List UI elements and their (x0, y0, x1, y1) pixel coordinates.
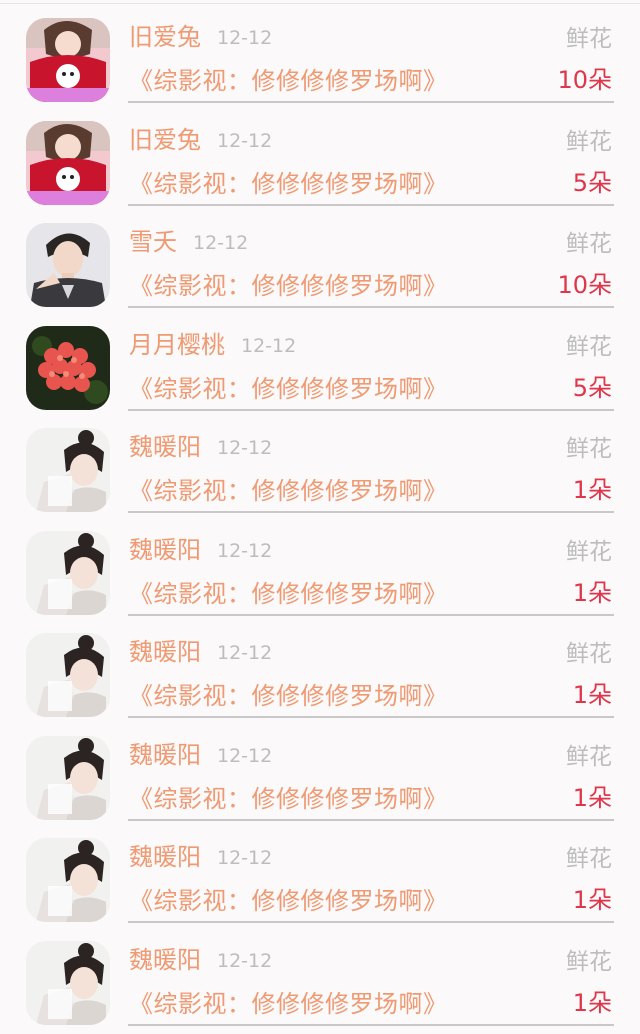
gift-date: 12-12 (241, 334, 297, 357)
avatar-girl-red-sweater[interactable] (26, 120, 110, 205)
sender-name[interactable]: 魏暖阳 12-12 (129, 535, 272, 566)
sender-name-text: 魏暖阳 (129, 638, 201, 666)
avatar-man-portrait[interactable] (26, 223, 110, 307)
book-title-link[interactable]: 《综影视：修修修修罗场啊》 (129, 989, 448, 1019)
book-title-link[interactable]: 《综影视：修修修修罗场啊》 (129, 374, 448, 404)
gift-count: 1朵 (572, 681, 612, 709)
sender-name[interactable]: 魏暖阳 12-12 (129, 842, 272, 873)
gift-count: 1朵 (572, 988, 612, 1017)
book-title-link[interactable]: 《综影视：修修修修罗场啊》 (129, 784, 448, 814)
gift-date: 12-12 (217, 949, 273, 972)
avatar-image (26, 838, 110, 922)
gift-date: 12-12 (193, 232, 249, 254)
book-title-link[interactable]: 《综影视：修修修修罗场啊》 (129, 476, 448, 506)
book-title-link[interactable]: 《综影视：修修修修罗场啊》 (129, 66, 448, 96)
gift-type-label: 鲜花 (566, 641, 612, 667)
avatar-red-flowers[interactable] (26, 325, 110, 410)
gift-date: 12-12 (217, 437, 273, 459)
gift-count: 1朵 (572, 476, 612, 504)
avatar-girl-red-sweater[interactable] (26, 18, 110, 102)
sender-name-text: 魏暖阳 (129, 843, 201, 871)
gift-type-label: 鲜花 (566, 743, 612, 770)
list-item[interactable]: 魏暖阳 12-12 鲜花 《综影视：修修修修罗场啊》 1朵 (0, 615, 640, 718)
list-item[interactable]: 魏暖阳 12-12 鲜花 《综影视：修修修修罗场啊》 1朵 (0, 513, 640, 616)
sender-name-text: 魏暖阳 (129, 945, 201, 974)
avatar-girl-bun[interactable] (26, 633, 110, 717)
avatar-girl-bun[interactable] (26, 838, 110, 922)
list-item[interactable]: 旧爱兔 12-12 鲜花 《综影视：修修修修罗场啊》 5朵 (0, 103, 640, 206)
gift-type-label: 鲜花 (566, 846, 612, 872)
avatar-girl-bun[interactable] (26, 530, 110, 615)
list-item[interactable]: 魏暖阳 12-12 鲜花 《综影视：修修修修罗场啊》 1朵 (0, 820, 640, 923)
sender-name-text: 旧爱兔 (129, 125, 201, 154)
sender-name-text: 旧爱兔 (129, 23, 201, 51)
gift-date: 12-12 (217, 27, 273, 49)
gift-count: 10朵 (557, 66, 612, 94)
avatar-image (26, 940, 110, 1025)
avatar-image (26, 530, 110, 615)
sender-name[interactable]: 魏暖阳 12-12 (129, 945, 272, 976)
avatar-image (26, 325, 110, 410)
list-item[interactable]: 旧爱兔 12-12 鲜花 《综影视：修修修修罗场啊》 10朵 (0, 0, 640, 103)
sender-name-text: 雪夭 (129, 228, 177, 256)
gift-date: 12-12 (217, 129, 273, 152)
gift-count: 5朵 (572, 168, 612, 197)
list-item[interactable]: 月月樱桃 12-12 鲜花 《综影视：修修修修罗场啊》 5朵 (0, 308, 640, 411)
book-title-link[interactable]: 《综影视：修修修修罗场啊》 (129, 681, 448, 711)
sender-name[interactable]: 雪夭 12-12 (129, 227, 248, 258)
list-item[interactable]: 雪夭 12-12 鲜花 《综影视：修修修修罗场啊》 10朵 (0, 205, 640, 308)
gift-type-label: 鲜花 (566, 948, 612, 975)
gift-count: 10朵 (557, 271, 612, 299)
row-divider (128, 1023, 614, 1026)
gift-type-label: 鲜花 (566, 231, 612, 257)
list-item[interactable]: 魏暖阳 12-12 鲜花 《综影视：修修修修罗场啊》 1朵 (0, 410, 640, 513)
avatar-image (26, 18, 110, 102)
gift-type-label: 鲜花 (566, 538, 612, 565)
book-title-link[interactable]: 《综影视：修修修修罗场啊》 (129, 169, 448, 199)
gift-date: 12-12 (217, 744, 273, 767)
book-title-link[interactable]: 《综影视：修修修修罗场啊》 (129, 886, 448, 916)
gift-date: 12-12 (217, 642, 273, 664)
gift-date: 12-12 (217, 539, 273, 562)
avatar-image (26, 735, 110, 820)
sender-name[interactable]: 旧爱兔 12-12 (129, 125, 272, 156)
gift-type-label: 鲜花 (566, 26, 612, 52)
gift-count: 1朵 (572, 783, 612, 812)
sender-name-text: 月月樱桃 (129, 330, 225, 359)
book-title-link[interactable]: 《综影视：修修修修罗场啊》 (129, 579, 448, 609)
sender-name[interactable]: 魏暖阳 12-12 (129, 432, 272, 463)
sender-name-text: 魏暖阳 (129, 433, 201, 461)
gift-count: 1朵 (572, 578, 612, 607)
gift-type-label: 鲜花 (566, 128, 612, 155)
gift-type-label: 鲜花 (566, 436, 612, 462)
avatar-image (26, 428, 110, 512)
sender-name[interactable]: 魏暖阳 12-12 (129, 637, 272, 668)
gift-date: 12-12 (217, 847, 273, 869)
sender-name[interactable]: 旧爱兔 12-12 (129, 22, 272, 53)
gift-type-label: 鲜花 (566, 333, 612, 360)
sender-name[interactable]: 魏暖阳 12-12 (129, 740, 272, 771)
list-item[interactable]: 魏暖阳 12-12 鲜花 《综影视：修修修修罗场啊》 1朵 (0, 718, 640, 821)
avatar-image (26, 633, 110, 717)
gift-count: 5朵 (572, 373, 612, 402)
avatar-girl-bun[interactable] (26, 428, 110, 512)
avatar-image (26, 120, 110, 205)
avatar-image (26, 223, 110, 307)
list-item[interactable]: 魏暖阳 12-12 鲜花 《综影视：修修修修罗场啊》 1朵 (0, 923, 640, 1026)
gift-count: 1朵 (572, 886, 612, 914)
book-title-link[interactable]: 《综影视：修修修修罗场啊》 (129, 271, 448, 301)
avatar-girl-bun[interactable] (26, 940, 110, 1025)
gift-record-list: 旧爱兔 12-12 鲜花 《综影视：修修修修罗场啊》 10朵 旧爱兔 12-12 鲜… (0, 0, 640, 1034)
sender-name-text: 魏暖阳 (129, 535, 201, 564)
sender-name[interactable]: 月月樱桃 12-12 (129, 330, 296, 361)
sender-name-text: 魏暖阳 (129, 740, 201, 769)
avatar-girl-bun[interactable] (26, 735, 110, 820)
